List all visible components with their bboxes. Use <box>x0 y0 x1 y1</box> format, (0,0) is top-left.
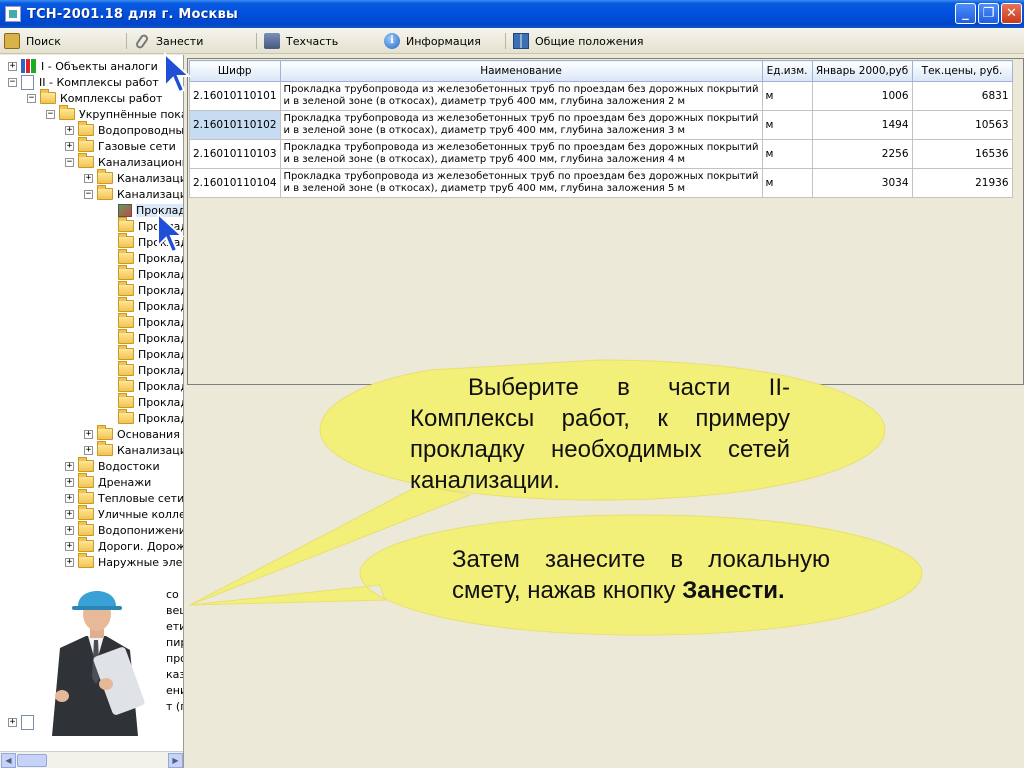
callout-text-first: Выберите в части II-Комплексы работ, к п… <box>410 374 790 494</box>
mouse-pointer-icon <box>164 52 191 94</box>
callout-text-second: Затем занесите в локальную смету, нажав … <box>452 544 830 606</box>
engineer-illustration <box>34 578 166 736</box>
callout-text-second-bold: Занести. <box>682 577 785 604</box>
mouse-pointer-icon <box>157 212 184 254</box>
